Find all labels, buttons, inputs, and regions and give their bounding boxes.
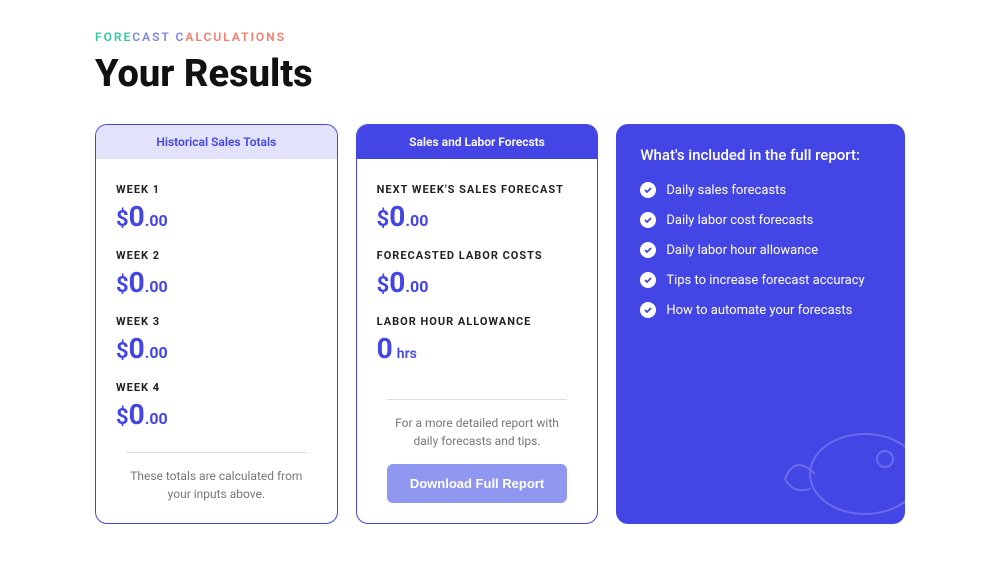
report-item-label: Tips to increase forecast accuracy [666, 273, 864, 288]
amount-major: 0 [129, 398, 145, 431]
amount-major: 0 [129, 200, 145, 233]
download-full-report-button[interactable]: Download Full Report [387, 464, 568, 503]
forecast-labor-cost-label: FORECASTED LABOR COSTS [377, 249, 578, 262]
forecast-sales-label: NEXT WEEK'S SALES FORECAST [377, 183, 578, 196]
amount-major: 0 [389, 200, 405, 233]
report-card: What's included in the full report: Dail… [616, 124, 905, 524]
week-1: WEEK 1 $0.00 [116, 177, 317, 243]
amount-minor: .00 [405, 277, 428, 296]
page-title: Your Results [95, 52, 905, 96]
week-2-value: $0.00 [116, 266, 317, 299]
week-2-label: WEEK 2 [116, 249, 317, 262]
check-icon [640, 242, 656, 258]
forecast-note-wrap: For a more detailed report with daily fo… [387, 399, 568, 503]
check-icon [640, 272, 656, 288]
report-item-label: Daily labor hour allowance [666, 243, 818, 258]
decorative-art [755, 384, 905, 524]
amount-major: 0 [389, 266, 405, 299]
amount-minor: .00 [145, 343, 168, 362]
forecast-hours-value: 0hrs [377, 332, 578, 365]
week-1-value: $0.00 [116, 200, 317, 233]
amount-major: 0 [129, 266, 145, 299]
check-icon [640, 182, 656, 198]
report-item-label: How to automate your forecasts [666, 303, 852, 318]
eyebrow-part-3: ALCULATIONS [185, 30, 286, 44]
report-item: How to automate your forecasts [640, 302, 881, 318]
report-item: Daily sales forecasts [640, 182, 881, 198]
cards-row: Historical Sales Totals WEEK 1 $0.00 WEE… [95, 124, 905, 524]
week-4-value: $0.00 [116, 398, 317, 431]
dollar-sign: $ [116, 339, 129, 364]
forecast-sales-value: $0.00 [377, 200, 578, 233]
week-3-label: WEEK 3 [116, 315, 317, 328]
check-icon [640, 302, 656, 318]
week-2: WEEK 2 $0.00 [116, 243, 317, 309]
forecast-item-labor-cost: FORECASTED LABOR COSTS $0.00 [377, 243, 578, 309]
dollar-sign: $ [116, 207, 129, 232]
dollar-sign: $ [377, 273, 390, 298]
report-item-label: Daily labor cost forecasts [666, 213, 813, 228]
report-item: Daily labor cost forecasts [640, 212, 881, 228]
forecast-header: Sales and Labor Forecsts [357, 125, 598, 159]
forecast-body: NEXT WEEK'S SALES FORECAST $0.00 FORECAS… [357, 159, 598, 523]
report-item: Daily labor hour allowance [640, 242, 881, 258]
report-list: Daily sales forecasts Daily labor cost f… [640, 182, 881, 332]
forecast-note: For a more detailed report with daily fo… [387, 414, 568, 450]
check-icon [640, 212, 656, 228]
amount-minor: .00 [145, 211, 168, 230]
report-item: Tips to increase forecast accuracy [640, 272, 881, 288]
amount-minor: .00 [145, 277, 168, 296]
week-4-label: WEEK 4 [116, 381, 317, 394]
forecast-card: Sales and Labor Forecsts NEXT WEEK'S SAL… [356, 124, 599, 524]
historical-note: These totals are calculated from your in… [126, 452, 307, 503]
dollar-sign: $ [116, 273, 129, 298]
dollar-sign: $ [116, 405, 129, 430]
forecast-item-sales: NEXT WEEK'S SALES FORECAST $0.00 [377, 177, 578, 243]
week-1-label: WEEK 1 [116, 183, 317, 196]
week-3-value: $0.00 [116, 332, 317, 365]
amount-major: 0 [377, 332, 393, 365]
eyebrow-part-1: FORE [95, 30, 132, 44]
eyebrow: FORECAST CALCULATIONS [95, 30, 905, 44]
report-item-label: Daily sales forecasts [666, 183, 786, 198]
historical-header: Historical Sales Totals [96, 125, 337, 159]
week-3: WEEK 3 $0.00 [116, 309, 317, 375]
amount-major: 0 [129, 332, 145, 365]
historical-card: Historical Sales Totals WEEK 1 $0.00 WEE… [95, 124, 338, 524]
forecast-hours-label: LABOR HOUR ALLOWANCE [377, 315, 578, 328]
report-title: What's included in the full report: [640, 146, 881, 164]
dollar-sign: $ [377, 207, 390, 232]
forecast-item-hours: LABOR HOUR ALLOWANCE 0hrs [377, 309, 578, 375]
forecast-labor-cost-value: $0.00 [377, 266, 578, 299]
amount-unit: hrs [397, 346, 417, 362]
week-4: WEEK 4 $0.00 [116, 375, 317, 441]
amount-minor: .00 [405, 211, 428, 230]
amount-minor: .00 [145, 409, 168, 428]
eyebrow-part-2: CAST C [132, 30, 185, 44]
historical-body: WEEK 1 $0.00 WEEK 2 $0.00 WEEK 3 $0.00 W… [96, 159, 337, 523]
